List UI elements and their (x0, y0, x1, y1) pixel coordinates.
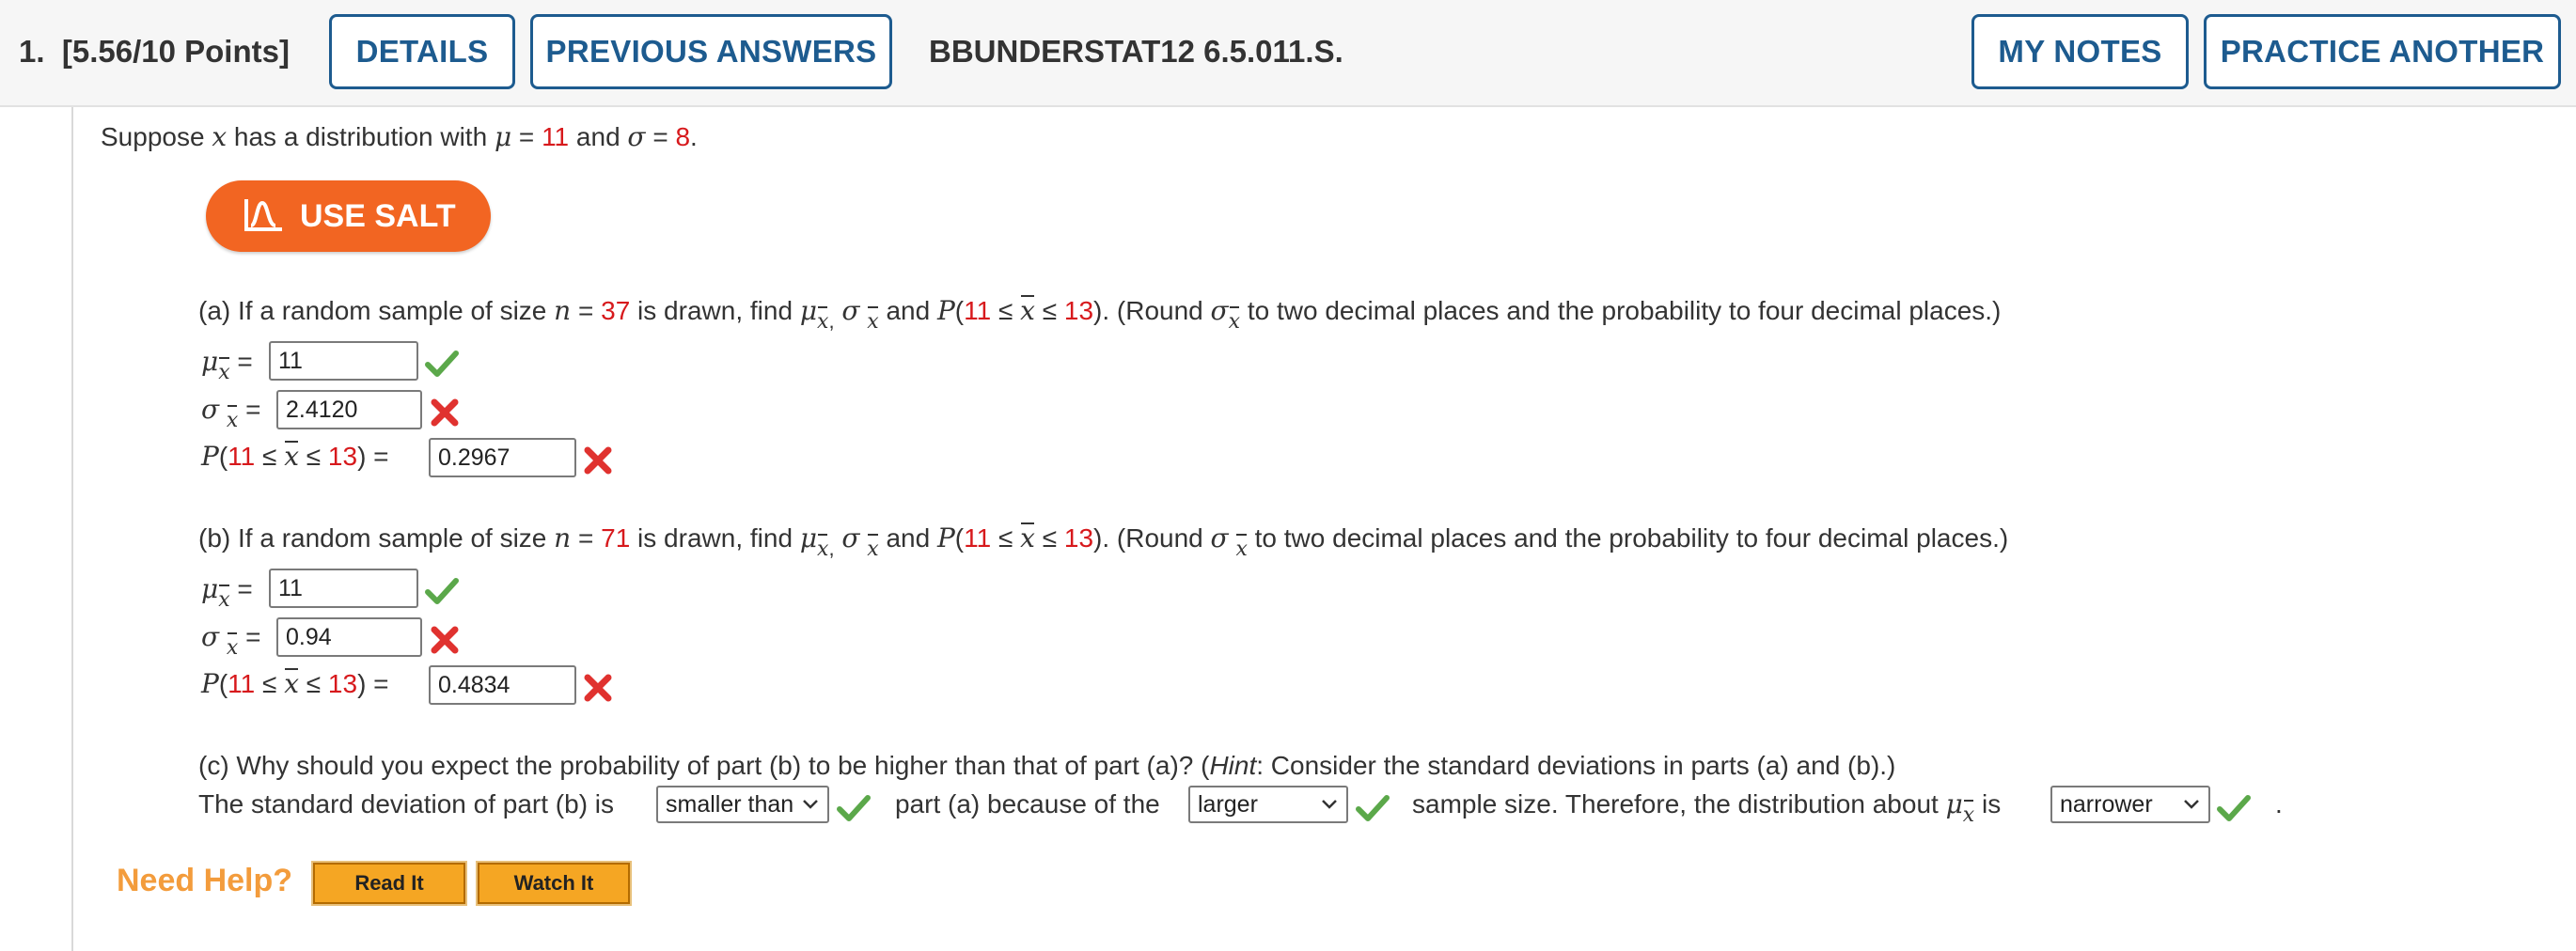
distribution-shape-value: narrower (2060, 791, 2153, 818)
incorrect-x-icon (584, 674, 612, 702)
part-a-sigma-label: σ x = (201, 393, 260, 438)
practice-another-button[interactable]: PRACTICE ANOTHER (2204, 14, 2561, 89)
part-c-prompt: (c) Why should you expect the probabilit… (198, 751, 1896, 780)
details-button[interactable]: DETAILS (329, 14, 515, 89)
watch-it-button[interactable]: Watch It (476, 861, 632, 906)
correct-check-icon (1356, 795, 1390, 821)
incorrect-x-icon (431, 626, 459, 654)
part-a-sigma-input[interactable]: 2.4120 (276, 390, 422, 429)
part-b-mu-label: μx = (201, 572, 253, 617)
part-b-prob-label: P(11 ≤ x ≤ 13) = (201, 668, 389, 699)
question-intro: Suppose x has a distribution with μ = 11… (101, 121, 698, 152)
sample-size-value: larger (1198, 791, 1258, 818)
part-b-sigma-input[interactable]: 0.94 (276, 617, 422, 657)
sample-size-select[interactable]: larger (1188, 786, 1348, 823)
incorrect-x-icon (584, 446, 612, 475)
part-c-text-2: part (a) because of the (895, 789, 1160, 818)
part-b-prompt: (b) If a random sample of size n = 71 is… (198, 522, 2008, 567)
previous-answers-button[interactable]: PREVIOUS ANSWERS (530, 14, 892, 89)
incorrect-x-icon (431, 398, 459, 427)
read-it-button[interactable]: Read It (311, 861, 467, 906)
chevron-down-icon (803, 800, 818, 809)
question-header: 1. [5.56/10 Points] DETAILS PREVIOUS ANS… (0, 0, 2576, 107)
need-help-label: Need Help? (117, 863, 293, 898)
part-a-mu-label: μx = (201, 345, 253, 390)
chevron-down-icon (1322, 800, 1337, 809)
distribution-shape-select[interactable]: narrower (2050, 786, 2210, 823)
my-notes-button[interactable]: MY NOTES (1971, 14, 2189, 89)
question-points: 1. [5.56/10 Points] (19, 34, 290, 69)
correct-check-icon (425, 351, 459, 377)
use-salt-button[interactable]: USE SALT (206, 180, 491, 252)
correct-check-icon (425, 578, 459, 604)
part-a-prob-input[interactable]: 0.2967 (429, 438, 576, 477)
part-a-prob-label: P(11 ≤ x ≤ 13) = (201, 441, 389, 472)
part-a-prompt: (a) If a random sample of size n = 37 is… (198, 294, 2001, 339)
question-code: BBUNDERSTAT12 6.5.011.S. (929, 34, 1343, 69)
chevron-down-icon (2184, 800, 2199, 809)
part-b-mu-input[interactable]: 11 (269, 569, 418, 608)
correct-check-icon (837, 795, 871, 821)
part-a-mu-input[interactable]: 11 (269, 341, 418, 381)
part-b-prob-input[interactable]: 0.4834 (429, 665, 576, 705)
use-salt-label: USE SALT (300, 198, 456, 234)
part-c-text-3: sample size. Therefore, the distribution… (1412, 787, 2001, 833)
part-c-text-1: The standard deviation of part (b) is (198, 789, 615, 818)
part-b-sigma-label: σ x = (201, 620, 260, 665)
part-c-end-period: . (2275, 789, 2283, 818)
sd-comparison-value: smaller than (666, 791, 794, 818)
correct-check-icon (2217, 795, 2251, 821)
salt-graph-icon (244, 199, 282, 231)
content-margin-line (71, 107, 73, 951)
sd-comparison-select[interactable]: smaller than (656, 786, 829, 823)
